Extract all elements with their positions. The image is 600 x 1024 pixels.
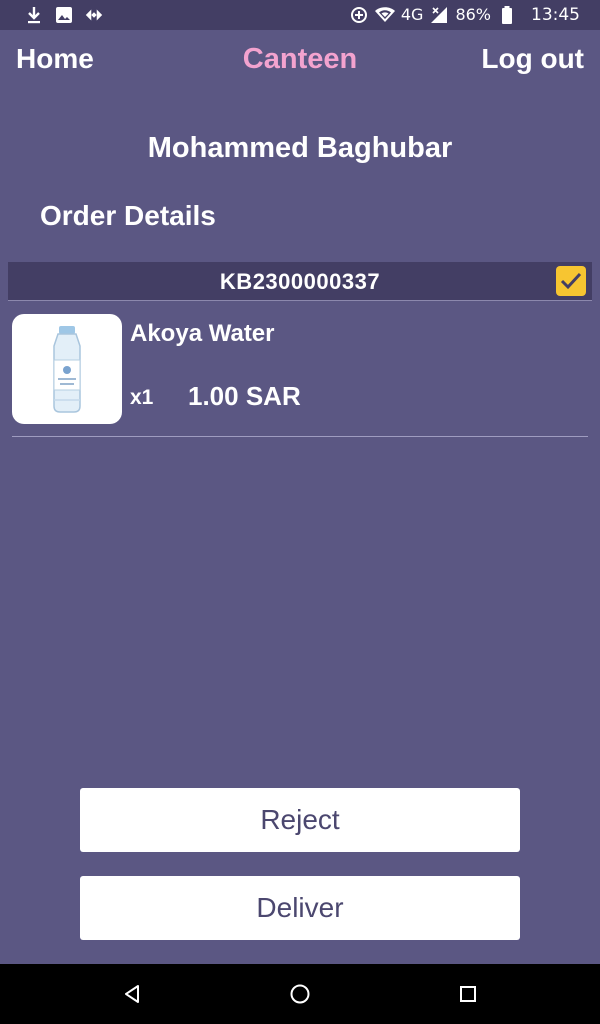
checkmark-icon [560,272,582,290]
section-title: Order Details [40,200,216,231]
signal-icon [429,5,449,25]
order-header: KB2300000337 [8,262,592,301]
water-bottle-icon [53,326,81,413]
data-saver-icon [349,5,369,25]
battery-icon [497,5,517,25]
item-name: Akoya Water [130,320,275,347]
status-bar: 4G 86% 13:45 [0,0,600,30]
status-left-icons [24,5,104,25]
deliver-button[interactable]: Deliver [80,876,520,940]
reject-button[interactable]: Reject [80,788,520,852]
logout-link[interactable]: Log out [481,43,584,75]
battery-percent: 86% [455,5,491,24]
item-thumbnail [12,314,122,424]
back-icon[interactable] [120,982,144,1006]
system-nav-bar [0,964,600,1024]
status-right-icons: 4G 86% 13:45 [349,5,580,25]
order-id: KB2300000337 [219,269,381,294]
top-nav: Home Canteen Log out [0,30,600,90]
download-icon [24,5,44,25]
status-time: 13:45 [531,5,580,25]
image-icon [54,5,74,25]
order-checkbox[interactable] [556,266,586,296]
order-item-row: Akoya Water x1 1.00 SAR [12,314,588,437]
recents-square-icon[interactable] [456,982,480,1006]
item-price: 1.00 SAR [188,381,301,411]
item-quantity: x1 [130,386,154,409]
home-circle-icon[interactable] [288,982,312,1006]
user-name: Mohammed Baghubar [147,132,453,164]
network-type: 4G [400,5,424,24]
wifi-icon [374,5,395,25]
diamond-arrows-icon [84,5,104,25]
